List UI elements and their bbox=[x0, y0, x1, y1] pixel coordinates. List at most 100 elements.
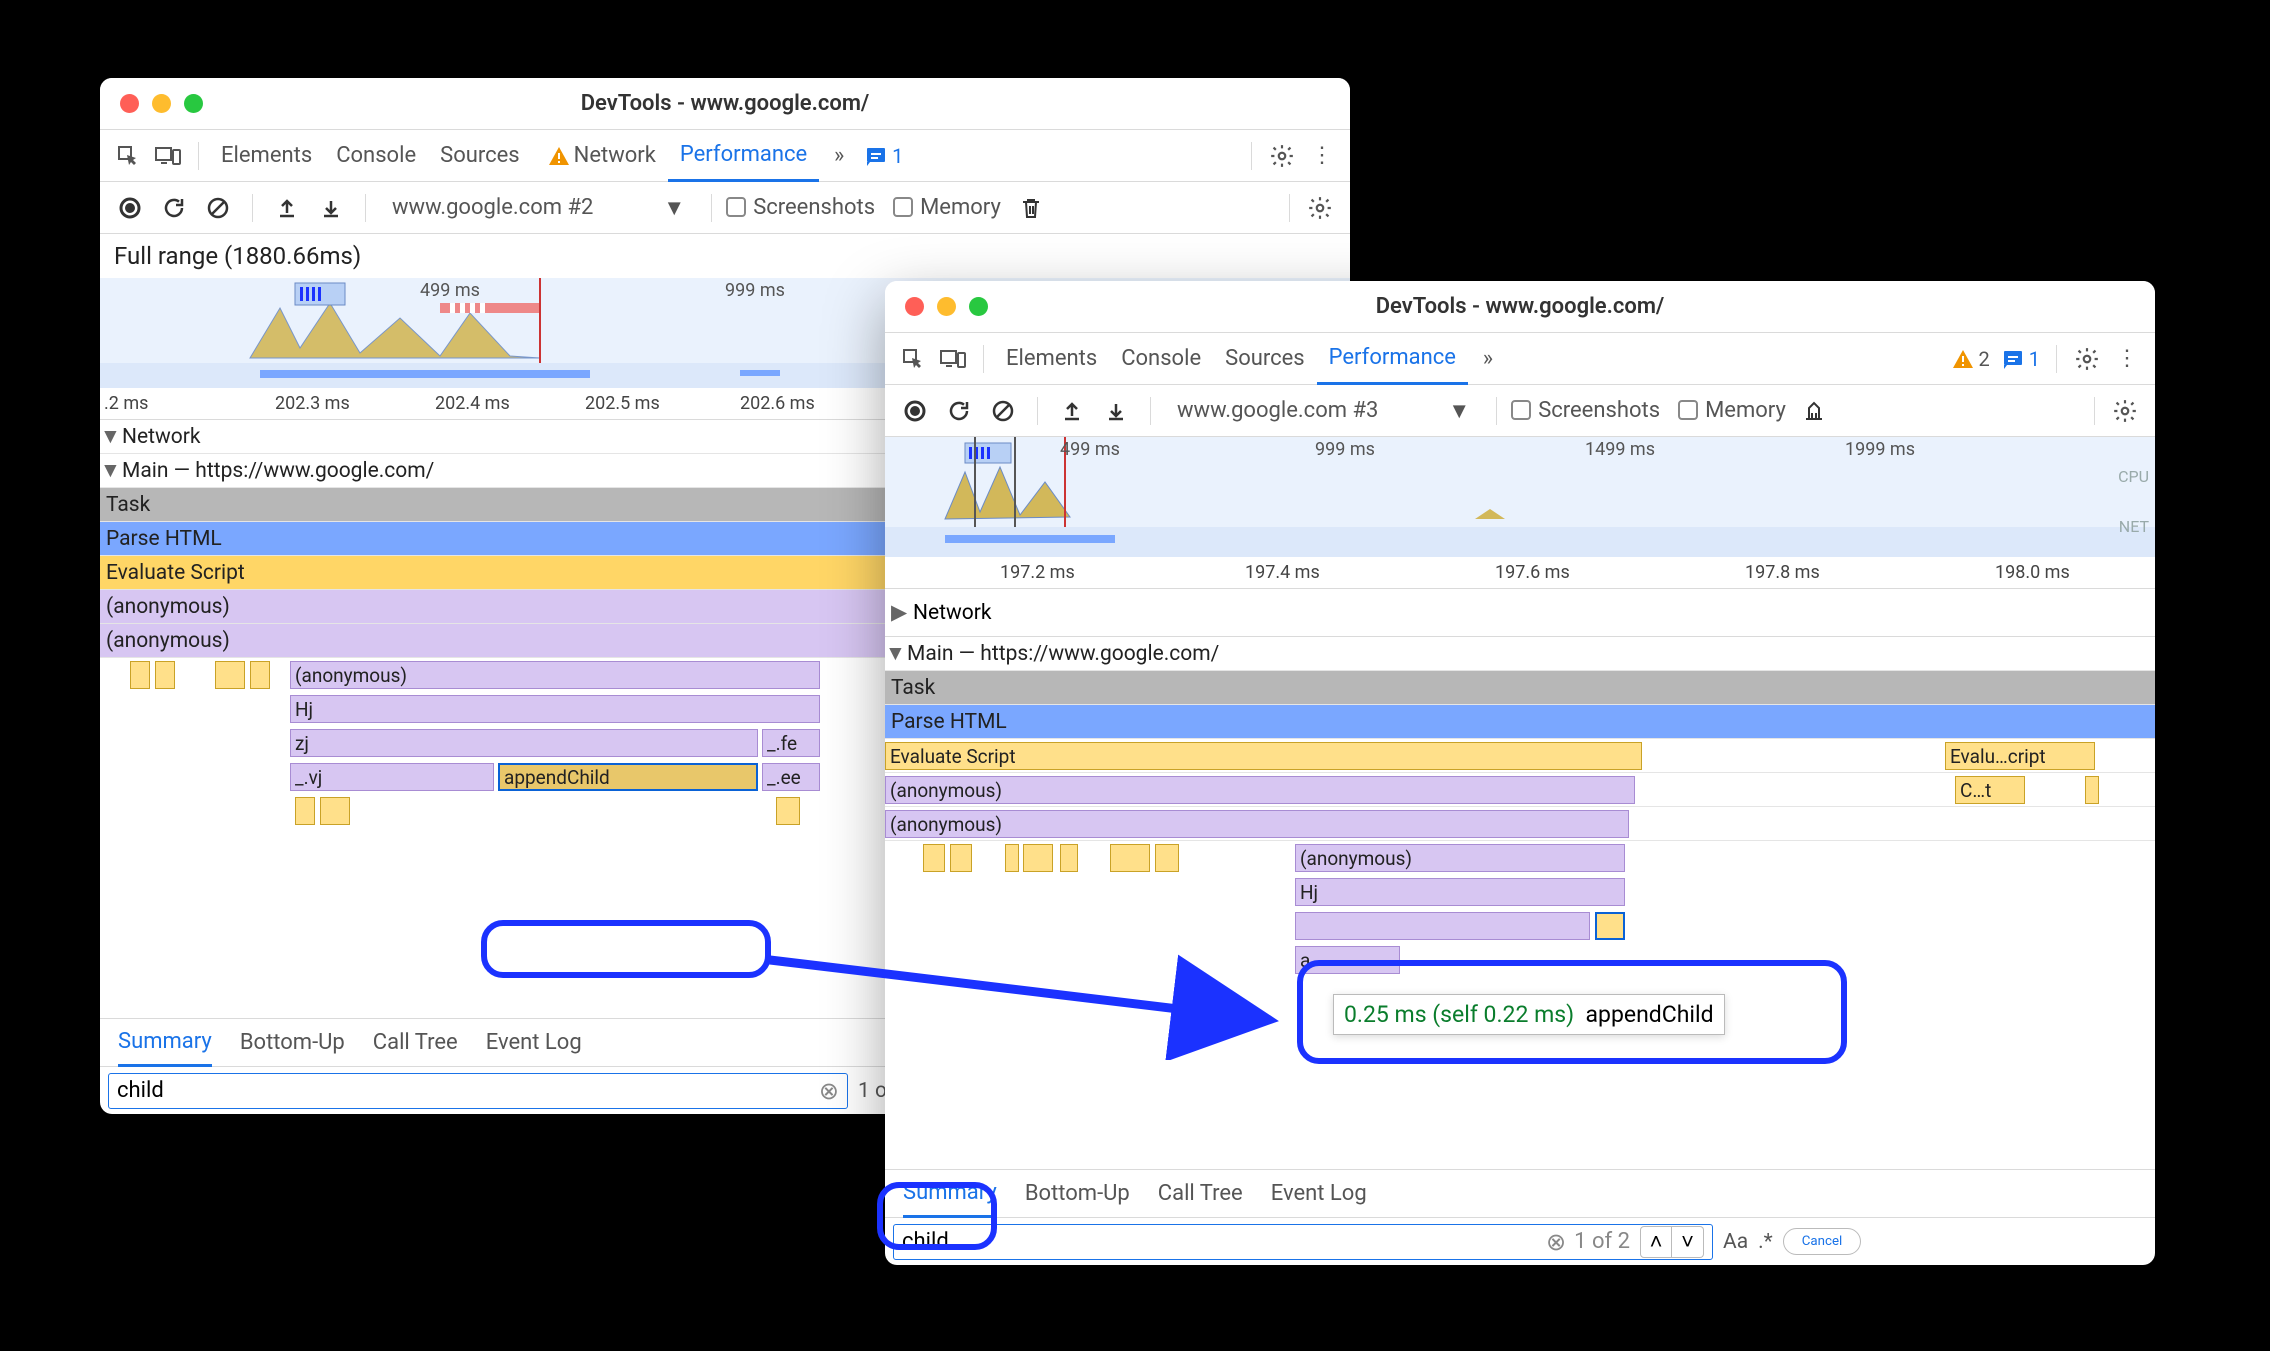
clear-icon[interactable] bbox=[202, 192, 234, 224]
flame-vj-call[interactable]: _.vj bbox=[290, 763, 494, 791]
case-toggle[interactable]: Aa bbox=[1723, 1230, 1748, 1254]
flame-call[interactable] bbox=[776, 797, 800, 825]
network-track[interactable]: ▶Network bbox=[885, 589, 2155, 637]
flame-call[interactable] bbox=[923, 844, 945, 872]
gear-icon[interactable] bbox=[1268, 142, 1296, 170]
flame-call[interactable] bbox=[250, 661, 270, 689]
tab-sources[interactable]: Sources bbox=[1213, 333, 1317, 385]
flame-a-call[interactable]: a bbox=[1295, 946, 1400, 974]
issues-badge[interactable]: 1 bbox=[2002, 347, 2040, 371]
tab-sources[interactable]: Sources bbox=[428, 130, 532, 182]
flame-zj-call[interactable]: zj bbox=[290, 729, 758, 757]
inspect-icon[interactable] bbox=[114, 142, 142, 170]
inspect-icon[interactable] bbox=[899, 345, 927, 373]
download-icon[interactable] bbox=[315, 192, 347, 224]
tab-network[interactable]: Network bbox=[532, 130, 668, 182]
flame-evaluate-script[interactable]: Evaluate Script bbox=[885, 742, 1642, 770]
flame-hj-call[interactable]: Hj bbox=[1295, 878, 1625, 906]
kebab-icon[interactable]: ⋮ bbox=[2113, 345, 2141, 373]
flame-call[interactable] bbox=[1110, 844, 1150, 872]
tab-call-tree[interactable]: Call Tree bbox=[373, 1019, 458, 1067]
record-icon[interactable] bbox=[114, 192, 146, 224]
download-icon[interactable] bbox=[1100, 395, 1132, 427]
flame-hj-call[interactable]: Hj bbox=[290, 695, 820, 723]
screenshots-checkbox[interactable]: Screenshots bbox=[726, 195, 875, 220]
device-icon[interactable] bbox=[939, 345, 967, 373]
clear-icon[interactable] bbox=[987, 395, 1019, 427]
flame-task[interactable]: Task bbox=[885, 671, 2155, 705]
tab-event-log[interactable]: Event Log bbox=[486, 1019, 582, 1067]
flame-call[interactable] bbox=[215, 661, 245, 689]
search-input-box[interactable]: ⊗ 1 of 2 ˄ ˅ bbox=[893, 1224, 1713, 1260]
tab-summary[interactable]: Summary bbox=[118, 1019, 212, 1067]
flame-anonymous-call[interactable]: (anonymous) bbox=[1295, 844, 1625, 872]
flame-anonymous[interactable]: (anonymous) bbox=[885, 810, 1629, 838]
flame-fe-call[interactable]: _.fe bbox=[762, 729, 820, 757]
trash-icon[interactable] bbox=[1015, 192, 1047, 224]
main-track[interactable]: ▼Main — https://www.google.com/ bbox=[885, 637, 2155, 671]
gear-icon[interactable] bbox=[2109, 395, 2141, 427]
flame-call[interactable] bbox=[1155, 844, 1179, 872]
flame-compile-call[interactable]: C…t bbox=[1955, 776, 2025, 804]
issues-badge[interactable]: 1 bbox=[865, 144, 903, 168]
tab-console[interactable]: Console bbox=[324, 130, 428, 182]
tab-elements[interactable]: Elements bbox=[994, 333, 1109, 385]
gear-icon[interactable] bbox=[2073, 345, 2101, 373]
search-input[interactable] bbox=[902, 1229, 1546, 1254]
cancel-button[interactable]: Cancel bbox=[1783, 1228, 1862, 1255]
flame-call[interactable] bbox=[2085, 776, 2099, 804]
memory-checkbox[interactable]: Memory bbox=[893, 195, 1001, 220]
regex-toggle[interactable]: .* bbox=[1758, 1230, 1773, 1254]
flame-parse-html[interactable]: Parse HTML bbox=[885, 705, 2155, 739]
device-icon[interactable] bbox=[154, 142, 182, 170]
tab-event-log[interactable]: Event Log bbox=[1271, 1170, 1367, 1218]
upload-icon[interactable] bbox=[271, 192, 303, 224]
tab-summary[interactable]: Summary bbox=[903, 1170, 997, 1218]
flame-chart[interactable]: ▼Main — https://www.google.com/ Task Par… bbox=[885, 637, 2155, 1169]
tab-elements[interactable]: Elements bbox=[209, 130, 324, 182]
flame-anonymous[interactable]: (anonymous) bbox=[885, 776, 1635, 804]
tab-bottom-up[interactable]: Bottom-Up bbox=[1025, 1170, 1130, 1218]
profile-select[interactable]: www.google.com #2 ▼ bbox=[380, 195, 697, 221]
tab-bottom-up[interactable]: Bottom-Up bbox=[240, 1019, 345, 1067]
collect-garbage-icon[interactable] bbox=[1798, 395, 1830, 427]
flame-call[interactable] bbox=[1060, 844, 1078, 872]
record-icon[interactable] bbox=[899, 395, 931, 427]
flame-call[interactable] bbox=[1023, 844, 1053, 872]
clear-search-icon[interactable]: ⊗ bbox=[1546, 1228, 1566, 1256]
prev-result-icon[interactable]: ˄ bbox=[1640, 1226, 1672, 1258]
tab-performance[interactable]: Performance bbox=[668, 130, 819, 182]
flame-call[interactable] bbox=[155, 661, 175, 689]
time-ruler[interactable]: 197.2 ms 197.4 ms 197.6 ms 197.8 ms 198.… bbox=[885, 557, 2155, 589]
flame-evaluate-script[interactable]: Evalu…cript bbox=[1945, 742, 2095, 770]
reload-icon[interactable] bbox=[158, 192, 190, 224]
upload-icon[interactable] bbox=[1056, 395, 1088, 427]
tab-performance[interactable]: Performance bbox=[1317, 333, 1468, 385]
next-result-icon[interactable]: ˅ bbox=[1672, 1226, 1704, 1258]
flame-call[interactable] bbox=[950, 844, 972, 872]
flame-match-call[interactable] bbox=[1595, 912, 1625, 940]
flame-anonymous-call[interactable]: (anonymous) bbox=[290, 661, 820, 689]
kebab-icon[interactable]: ⋮ bbox=[1308, 142, 1336, 170]
tab-call-tree[interactable]: Call Tree bbox=[1158, 1170, 1243, 1218]
memory-checkbox[interactable]: Memory bbox=[1678, 398, 1786, 423]
flame-appendchild-call[interactable]: appendChild bbox=[498, 763, 758, 791]
gear-icon[interactable] bbox=[1304, 192, 1336, 224]
search-input[interactable] bbox=[117, 1078, 819, 1103]
screenshots-checkbox[interactable]: Screenshots bbox=[1511, 398, 1660, 423]
flame-call[interactable] bbox=[1005, 844, 1019, 872]
flame-call[interactable] bbox=[320, 797, 350, 825]
flame-call[interactable] bbox=[1295, 912, 1590, 940]
more-tabs-icon[interactable]: » bbox=[825, 142, 853, 170]
flame-ee-call[interactable]: _.ee bbox=[762, 763, 820, 791]
flame-call[interactable] bbox=[295, 797, 315, 825]
flame-call[interactable] bbox=[130, 661, 150, 689]
warnings-badge[interactable]: 2 bbox=[1952, 347, 1990, 371]
clear-search-icon[interactable]: ⊗ bbox=[819, 1077, 839, 1105]
reload-icon[interactable] bbox=[943, 395, 975, 427]
tab-console[interactable]: Console bbox=[1109, 333, 1213, 385]
overview-timeline[interactable]: 499 ms 999 ms 1499 ms 1999 ms CPU NET bbox=[885, 437, 2155, 557]
more-tabs-icon[interactable]: » bbox=[1474, 345, 1502, 373]
search-input-box[interactable]: ⊗ bbox=[108, 1073, 848, 1109]
profile-select[interactable]: www.google.com #3▼ bbox=[1165, 398, 1482, 424]
